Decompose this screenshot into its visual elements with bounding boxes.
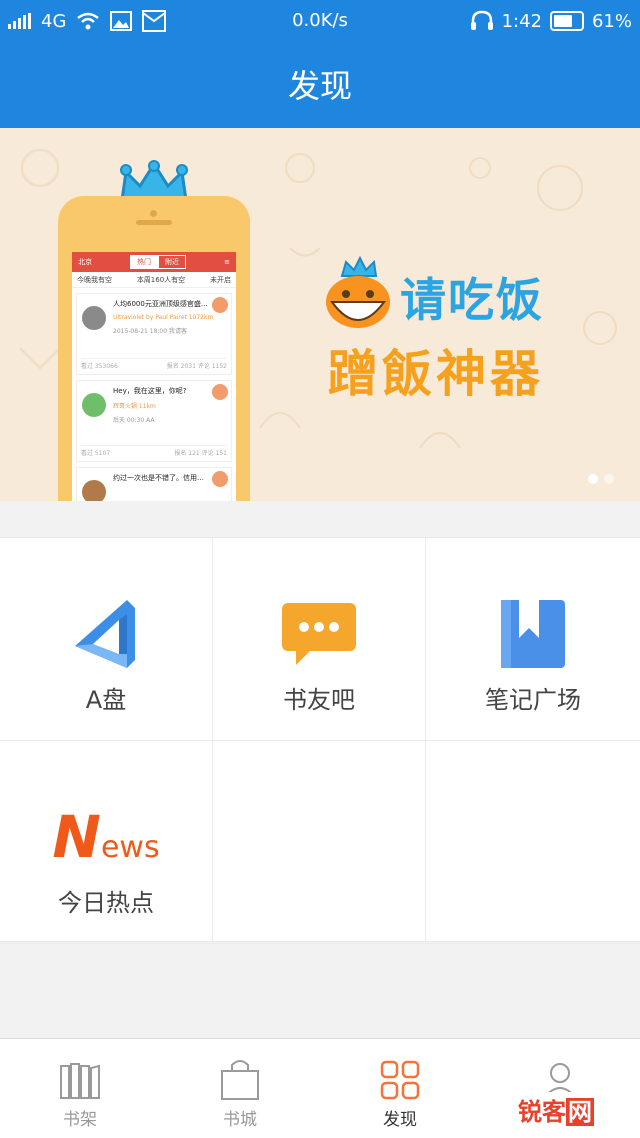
grid-item-notes-square[interactable]: 笔记广场 xyxy=(426,538,640,741)
card-title: 约过一次也是不错了。信用… xyxy=(113,474,204,482)
nav-label: 发现 xyxy=(383,1110,417,1130)
bookshelf-icon xyxy=(60,1063,100,1099)
bookmark-book-icon xyxy=(501,600,565,668)
screen-tab-near: 附近 xyxy=(158,255,187,269)
screen-location: 北京 xyxy=(78,258,92,266)
banner-headline-1: 请吃饭 xyxy=(400,273,544,327)
phone-mockup: 北京 热门 附近 ≡ 今晚我有空 本周160人有空 未开启 人均6000元亚洲顶级… xyxy=(58,196,250,501)
nav-label: 书城 xyxy=(223,1110,257,1130)
card-sub: 辉哥火锅 11km xyxy=(113,403,156,410)
watermark-part1: 锐客 xyxy=(518,1098,566,1126)
grid-label: 书友吧 xyxy=(283,686,355,714)
screen-card: 人均6000元亚洲顶级感官盛… Ultraviolet by Paul Pair… xyxy=(76,293,232,375)
discover-grid: A盘 书友吧 笔记广场 News 今日热点 xyxy=(0,537,640,944)
grid-label: 笔记广场 xyxy=(485,686,581,714)
watermark-part2: 网 xyxy=(566,1098,594,1126)
watermark-logo: 锐客网 xyxy=(516,1092,596,1127)
shopping-bag-icon xyxy=(221,1060,259,1100)
card-foot-left: 看过 5107 xyxy=(81,450,111,457)
card-foot-right: 报名 2031 评论 1152 xyxy=(166,363,227,370)
nav-tab-discover[interactable]: 发现 xyxy=(320,1057,480,1130)
avatar xyxy=(82,480,106,501)
screen-card: 约过一次也是不错了。信用… xyxy=(76,467,232,501)
grid-label: A盘 xyxy=(85,686,127,714)
page-title: 发现 xyxy=(0,44,640,128)
grid-label: 今日热点 xyxy=(58,889,154,917)
card-meta: 2015-08-21 18:00 我请客 xyxy=(113,328,187,335)
screen-tab-hot: 热门 xyxy=(130,255,159,269)
discover-grid-icon xyxy=(380,1060,420,1100)
news-icon-letter: N xyxy=(52,803,101,871)
news-icon-text: ews xyxy=(100,830,160,865)
promo-banner[interactable]: 北京 热门 附近 ≡ 今晚我有空 本周160人有空 未开启 人均6000元亚洲顶级… xyxy=(0,128,640,501)
nav-label: 书架 xyxy=(63,1110,97,1130)
banner-headline-2: 蹭飯神器 xyxy=(328,345,544,403)
news-icon: News xyxy=(52,803,159,871)
grid-item-book-friends[interactable]: 书友吧 xyxy=(213,538,426,741)
card-title: 人均6000元亚洲顶级感官盛… xyxy=(113,300,208,308)
nav-tab-bookstore[interactable]: 书城 xyxy=(160,1057,320,1130)
phone-screen: 北京 热门 附近 ≡ 今晚我有空 本周160人有空 未开启 人均6000元亚洲顶级… xyxy=(72,252,236,501)
avatar xyxy=(82,306,106,330)
clock: 1:42 xyxy=(501,10,542,32)
banner-page-indicator xyxy=(604,474,614,484)
avatar xyxy=(82,393,106,417)
battery-percent: 61% xyxy=(591,10,632,32)
screen-card: Hey，我在这里，你呢? 辉哥火锅 11km 后天 00:30 AA 看过 51… xyxy=(76,380,232,462)
screen-row-note: 本周160人有空 xyxy=(136,275,186,284)
grid-item-a-pan[interactable]: A盘 xyxy=(0,538,213,741)
headset-icon xyxy=(470,10,493,30)
battery-icon xyxy=(549,11,584,31)
status-bar: 4G 0.0K/s 1:42 61% xyxy=(0,0,640,44)
nav-tab-bookshelf[interactable]: 书架 xyxy=(0,1057,160,1130)
grid-item-today-hot[interactable]: News 今日热点 xyxy=(0,741,213,944)
card-sub: Ultraviolet by Paul Pairet 1072km xyxy=(113,314,214,321)
card-title: Hey，我在这里，你呢? xyxy=(113,387,187,395)
chat-bubble-icon xyxy=(282,603,356,665)
grid-empty-cell xyxy=(426,741,640,944)
card-foot-left: 看过 353066 xyxy=(81,363,118,370)
mascot-face-icon xyxy=(326,256,390,328)
card-meta: 后天 00:30 AA xyxy=(113,417,155,424)
card-foot-right: 报名 121 评论 151 xyxy=(174,450,227,457)
screen-menu-icon: ≡ xyxy=(224,258,230,266)
screen-row-status: 未开启 xyxy=(210,275,231,284)
a-pan-icon xyxy=(75,600,135,668)
grid-empty-cell xyxy=(213,741,426,944)
banner-page-indicator xyxy=(588,474,598,484)
screen-row-label: 今晚我有空 xyxy=(77,275,112,284)
